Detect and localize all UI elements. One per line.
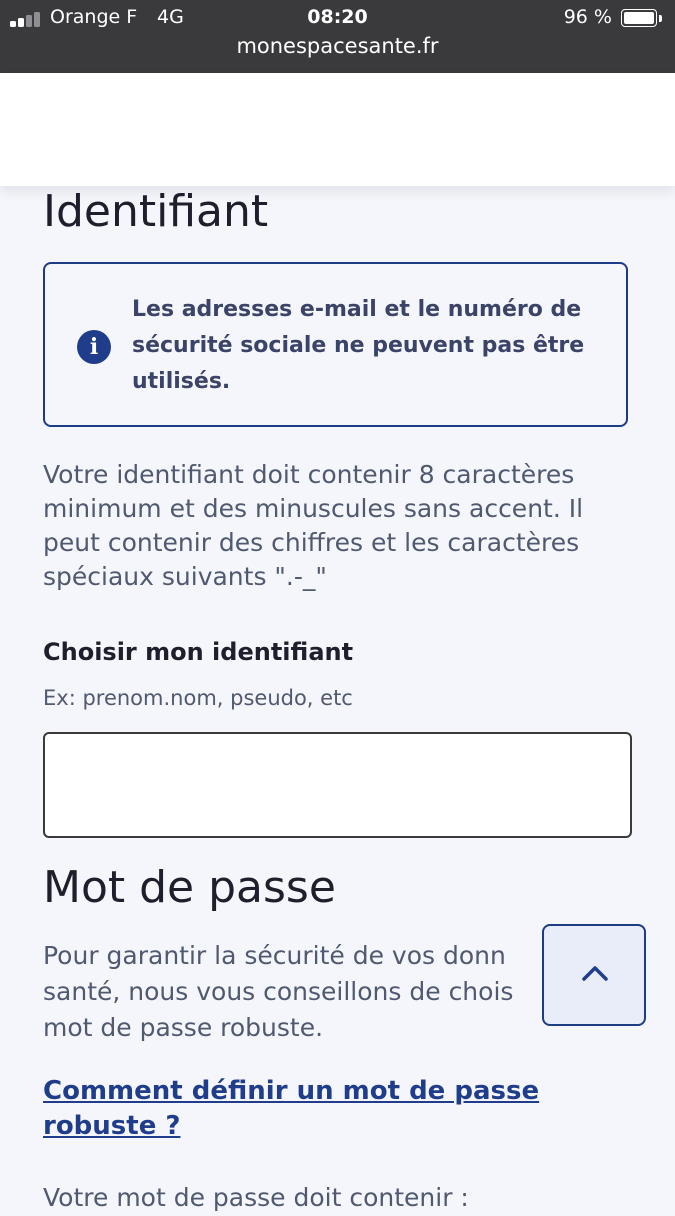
- battery-percentage: 96 %: [563, 6, 612, 28]
- password-heading: Mot de passe: [43, 862, 336, 913]
- info-text: Les adresses e-mail et le numéro de sécu…: [132, 297, 585, 394]
- password-help-link[interactable]: Comment définir un mot de passe robuste …: [43, 1074, 603, 1144]
- chevron-up-icon: [582, 966, 608, 981]
- back-to-top-button[interactable]: [542, 924, 646, 1026]
- identifiant-heading: Identifiant: [43, 186, 269, 237]
- site-header: [0, 73, 675, 186]
- info-callout: i Les adresses e-mail et le numéro de sé…: [43, 262, 628, 427]
- info-icon: i: [77, 330, 111, 364]
- status-bar: Orange F 4G 08:20 96 % monespacesante.fr: [0, 0, 675, 73]
- url-bar[interactable]: monespacesante.fr: [0, 34, 675, 58]
- identifiant-field-label: Choisir mon identifiant: [43, 638, 354, 666]
- battery-icon: [621, 9, 662, 27]
- password-requirements-text: Votre mot de passe doit contenir :: [43, 1183, 469, 1212]
- identifiant-input[interactable]: [43, 732, 632, 838]
- identifiant-field-hint: Ex: prenom.nom, pseudo, etc: [43, 686, 353, 710]
- identifiant-description: Votre identifiant doit contenir 8 caract…: [43, 460, 584, 591]
